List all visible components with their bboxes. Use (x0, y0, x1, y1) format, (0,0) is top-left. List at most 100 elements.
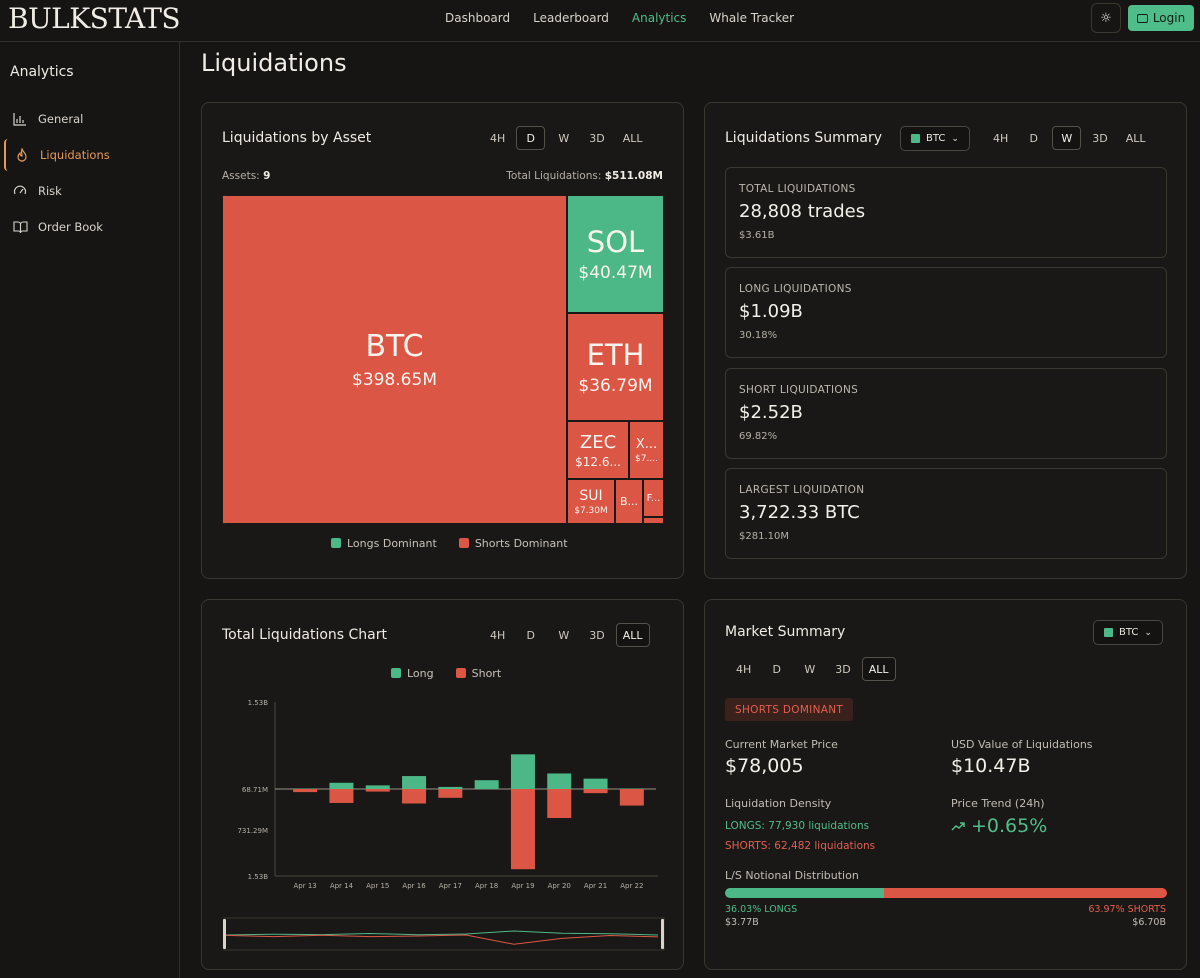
asset-label: BTC (926, 133, 946, 144)
box-value: $2.52B (739, 402, 803, 423)
y-tick-label: 731.29M (237, 827, 268, 835)
total-value: $511.08M (604, 170, 663, 182)
total-liquidations: Total Liquidations: $511.08M (506, 170, 663, 182)
treemap-tile-sol[interactable]: SOL $40.47M (567, 195, 664, 313)
timeframe-selector: 4H D W 3D ALL (729, 657, 896, 681)
timeframe-all[interactable]: ALL (616, 126, 650, 150)
timeframe-d[interactable]: D (516, 126, 546, 150)
nav-whale-tracker[interactable]: Whale Tracker (709, 11, 794, 25)
bar-long (329, 782, 354, 789)
sidebar-item-risk[interactable]: Risk (4, 175, 174, 207)
y-tick-label: 1.53B (248, 699, 269, 707)
sidebar-item-general[interactable]: General (4, 103, 174, 135)
density-label: Liquidation Density (725, 797, 832, 810)
timeframe-w[interactable]: W (549, 126, 578, 150)
price-value: $78,005 (725, 755, 804, 777)
bar-long (402, 776, 427, 789)
card-title: Liquidations Summary (725, 130, 883, 146)
navigator-long-line (225, 930, 659, 936)
price-trend: +0.65% (951, 815, 1047, 837)
timeframe-4h[interactable]: 4H (483, 126, 512, 150)
book-icon (12, 219, 28, 235)
asset-color-swatch (911, 134, 920, 143)
timeframe-d[interactable]: D (1019, 126, 1048, 150)
timeframe-w[interactable]: W (1052, 126, 1082, 150)
assets-count: Assets: 9 (222, 170, 270, 182)
trend-up-icon (951, 822, 965, 831)
nav-dashboard[interactable]: Dashboard (445, 11, 510, 25)
nav-analytics[interactable]: Analytics (632, 11, 687, 25)
box-value: $1.09B (739, 301, 803, 322)
bar-long (547, 773, 572, 789)
treemap-tile-zec[interactable]: ZEC $12.6... (567, 421, 629, 479)
assets-label: Assets: (222, 170, 260, 182)
login-button[interactable]: Login (1128, 5, 1194, 31)
card-title: Liquidations by Asset (222, 130, 372, 146)
theme-toggle-button[interactable]: ☼ (1091, 3, 1121, 33)
box-sub: $3.61B (739, 230, 775, 241)
bar-short (583, 789, 608, 794)
treemap-tile-x[interactable]: X... $7.... (629, 421, 664, 479)
timeframe-all[interactable]: ALL (1119, 126, 1153, 150)
bar-short (547, 789, 572, 818)
treemap-tile-sui[interactable]: SUI $7.30M (567, 479, 615, 524)
sidebar: Analytics General Liquidations Risk Orde… (0, 42, 180, 978)
treemap-tile-other[interactable] (643, 517, 664, 524)
tile-value: $40.47M (578, 263, 653, 283)
liquidations-by-asset-card: Liquidations by Asset 4H D W 3D ALL Asse… (201, 102, 684, 579)
timeframe-d[interactable]: D (762, 657, 791, 681)
bar-short (510, 789, 535, 870)
legend-shorts: Shorts Dominant (458, 537, 568, 550)
liquidations-bar-chart: 1.53B 68.71M 731.29M 1.53B Apr 13 Apr 14 Apr 1… (223, 699, 665, 951)
tile-symbol: F... (646, 492, 661, 504)
treemap-tile-eth[interactable]: ETH $36.79M (567, 313, 664, 421)
bar-long (510, 754, 535, 789)
box-label: LARGEST LIQUIDATION (739, 484, 865, 496)
tile-value: $36.79M (578, 376, 653, 396)
asset-selector[interactable]: BTC ⌄ (1093, 620, 1163, 645)
timeframe-all[interactable]: ALL (861, 657, 896, 681)
box-value: 28,808 trades (739, 201, 866, 222)
nav-leaderboard[interactable]: Leaderboard (533, 11, 609, 25)
sidebar-item-label: General (38, 112, 84, 126)
bar-long (619, 788, 644, 789)
timeframe-3d[interactable]: 3D (582, 126, 611, 150)
x-tick-label: Apr 18 (475, 882, 498, 890)
navigator-handle-right (661, 919, 664, 949)
page-title: Liquidations (201, 49, 347, 77)
treemap-tile-btc[interactable]: BTC $398.65M (222, 195, 567, 524)
bar-short (293, 789, 318, 793)
x-tick-label: Apr 15 (366, 882, 389, 890)
short-pct: 63.97% SHORTS (1088, 904, 1166, 915)
logo[interactable]: BULKSTATS (8, 2, 181, 35)
trend-label: Price Trend (24h) (951, 797, 1045, 810)
longs-density: LONGS: 77,930 liquidations (725, 820, 870, 832)
timeframe-w[interactable]: W (795, 657, 824, 681)
timeframe-4h[interactable]: 4H (986, 126, 1015, 150)
ls-distribution-bar (725, 888, 1167, 898)
timeframe-4h[interactable]: 4H (729, 657, 758, 681)
sidebar-item-order-book[interactable]: Order Book (4, 211, 174, 243)
bar-long (365, 785, 390, 789)
x-tick-label: Apr 17 (439, 882, 462, 890)
chevron-down-icon: ⌄ (951, 133, 959, 144)
timeframe-3d[interactable]: 3D (1085, 126, 1114, 150)
timeframe-3d[interactable]: 3D (828, 657, 857, 681)
legend-label: Shorts Dominant (474, 537, 568, 550)
asset-label: BTC (1119, 627, 1139, 638)
x-tick-label: Apr 22 (620, 882, 643, 890)
tile-value: $398.65M (352, 370, 437, 390)
box-label: SHORT LIQUIDATIONS (739, 384, 859, 396)
market-summary-card: Market Summary BTC ⌄ 4H D W 3D ALL SHORT… (704, 599, 1187, 970)
treemap: BTC $398.65M SOL $40.47M ETH $36.79M ZEC… (222, 195, 664, 524)
sidebar-item-liquidations[interactable]: Liquidations (4, 139, 174, 171)
treemap-tile-f[interactable]: F... (643, 479, 664, 517)
legend-label: Longs Dominant (347, 537, 437, 550)
tile-symbol: ETH (586, 338, 645, 372)
box-sub: $281.10M (739, 531, 789, 542)
x-tick-label: Apr 14 (330, 882, 354, 890)
asset-selector[interactable]: BTC ⌄ (900, 126, 970, 151)
login-label: Login (1152, 11, 1186, 25)
treemap-tile-b[interactable]: B... (615, 479, 643, 524)
box-sub: 30.18% (739, 330, 778, 341)
